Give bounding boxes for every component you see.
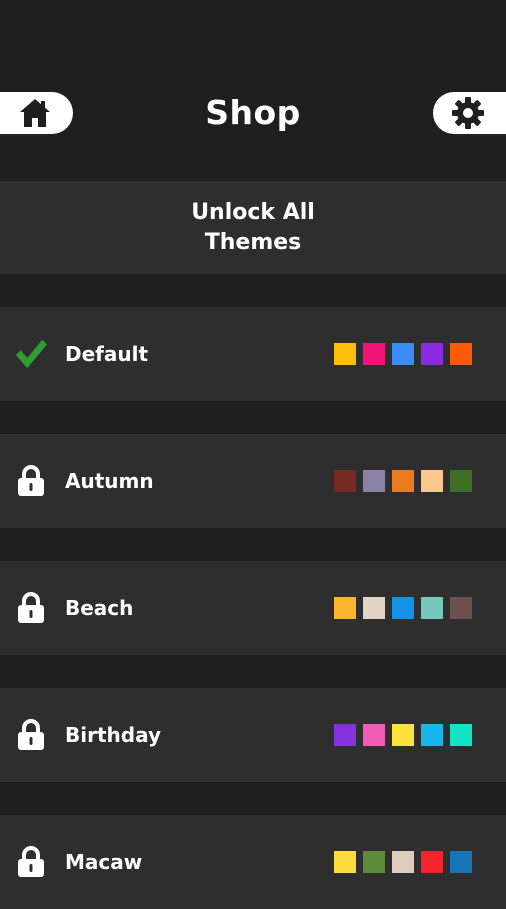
color-swatch <box>334 851 356 873</box>
color-swatch <box>450 597 472 619</box>
color-swatch <box>421 724 443 746</box>
color-swatch <box>392 724 414 746</box>
theme-name: Beach <box>65 596 134 620</box>
gear-icon <box>452 97 484 129</box>
theme-row-macaw[interactable]: Macaw <box>0 815 506 909</box>
color-swatch <box>421 851 443 873</box>
theme-name: Birthday <box>65 723 161 747</box>
theme-swatches <box>334 851 479 873</box>
header-bar: Shop <box>0 0 506 181</box>
color-swatch <box>334 724 356 746</box>
color-swatch <box>363 343 385 365</box>
lock-icon <box>18 846 44 877</box>
color-swatch <box>392 597 414 619</box>
color-swatch <box>450 724 472 746</box>
color-swatch <box>363 724 385 746</box>
theme-swatches <box>334 724 479 746</box>
unlock-all-line2: Themes <box>204 229 302 255</box>
color-swatch <box>450 851 472 873</box>
unlock-all-label: Unlock All Themes <box>191 198 315 258</box>
lock-icon <box>18 465 44 496</box>
theme-row-beach[interactable]: Beach <box>0 561 506 655</box>
theme-row-birthday[interactable]: Birthday <box>0 688 506 782</box>
page-title: Shop <box>205 93 301 132</box>
theme-row-autumn[interactable]: Autumn <box>0 434 506 528</box>
color-swatch <box>334 343 356 365</box>
theme-swatches <box>334 597 479 619</box>
color-swatch <box>450 343 472 365</box>
color-swatch <box>363 470 385 492</box>
theme-name: Autumn <box>65 469 154 493</box>
theme-name: Macaw <box>65 850 143 874</box>
theme-swatches <box>334 343 479 365</box>
settings-button[interactable] <box>433 92 506 134</box>
color-swatch <box>421 343 443 365</box>
color-swatch <box>392 343 414 365</box>
color-swatch <box>392 851 414 873</box>
theme-swatches <box>334 470 479 492</box>
color-swatch <box>421 470 443 492</box>
color-swatch <box>334 597 356 619</box>
theme-row-default[interactable]: Default <box>0 307 506 401</box>
color-swatch <box>450 470 472 492</box>
color-swatch <box>392 470 414 492</box>
color-swatch <box>421 597 443 619</box>
color-swatch <box>363 851 385 873</box>
unlock-all-line1: Unlock All <box>191 199 315 225</box>
lock-icon <box>18 592 44 623</box>
unlock-all-themes-button[interactable]: Unlock All Themes <box>0 181 506 274</box>
theme-name: Default <box>65 342 149 366</box>
color-swatch <box>363 597 385 619</box>
color-swatch <box>334 470 356 492</box>
lock-icon <box>18 719 44 750</box>
check-icon <box>15 339 48 369</box>
